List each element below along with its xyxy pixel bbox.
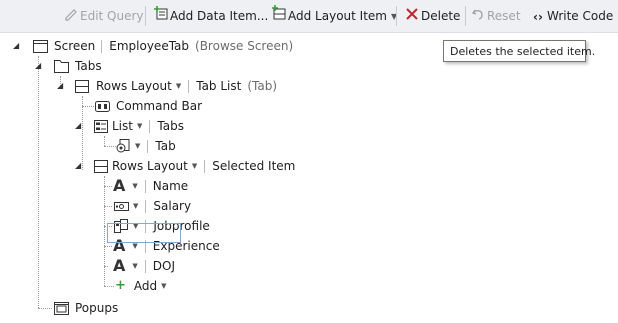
- rows-layout-icon: [74, 78, 90, 94]
- node-label: Rows Layout: [96, 79, 172, 93]
- separator: [144, 179, 146, 193]
- tree-node-add[interactable]: + Add ▼: [115, 276, 173, 296]
- designer-toolbar: Edit Query Add Data Item... Add Layout I…: [0, 0, 618, 33]
- node-label: Screen: [54, 39, 96, 53]
- write-code-button[interactable]: ‹› Write Code: [529, 5, 613, 27]
- text-icon: A: [113, 176, 126, 195]
- chevron-down-icon[interactable]: ▼: [132, 176, 137, 196]
- tree-node-field-salary[interactable]: ▼ Salary: [113, 196, 191, 216]
- add-data-item-button[interactable]: Add Data Item...: [152, 5, 268, 27]
- tree-node-field-name[interactable]: A ▼ Name: [113, 176, 188, 196]
- write-code-label: Write Code: [547, 9, 614, 23]
- tree-guide: [82, 106, 94, 107]
- node-label: Popups: [75, 301, 119, 315]
- tree-node-tab[interactable]: ▼ Tab: [115, 136, 176, 156]
- chevron-down-icon[interactable]: ▼: [135, 136, 140, 156]
- field-name: DOJ: [152, 259, 176, 273]
- screen-kind: (Browse Screen): [195, 39, 294, 53]
- collapse-toggle-icon[interactable]: ◢: [35, 61, 41, 71]
- collapse-toggle-icon[interactable]: ◢: [13, 41, 19, 51]
- add-label: Add: [133, 279, 158, 293]
- separator: [149, 119, 151, 133]
- reset-button[interactable]: Reset: [469, 5, 521, 27]
- tree-guide: [104, 266, 108, 267]
- delete-tooltip: Deletes the selected item.: [443, 40, 595, 62]
- node-label: Command Bar: [116, 99, 203, 113]
- chevron-down-icon[interactable]: ▼: [161, 276, 166, 296]
- separator: [144, 259, 146, 273]
- separator: [145, 199, 147, 213]
- chevron-down-icon[interactable]: ▼: [132, 256, 137, 276]
- node-label: Tabs: [75, 59, 102, 73]
- tab-summary-icon: [115, 138, 131, 154]
- popups-icon: [53, 300, 69, 316]
- add-layout-item-button[interactable]: Add Layout Item ▼: [270, 5, 397, 27]
- tree-node-tabs[interactable]: Tabs: [53, 56, 102, 76]
- separator: [101, 39, 103, 53]
- node-name: Tabs: [157, 119, 184, 133]
- field-name: Salary: [153, 199, 192, 213]
- tree-guide: [104, 286, 114, 287]
- delete-icon: [403, 6, 421, 28]
- node-label: List: [112, 119, 133, 133]
- chevron-down-icon[interactable]: ▼: [137, 116, 142, 136]
- node-label: Rows Layout: [112, 159, 188, 173]
- separator: [147, 139, 149, 153]
- tree-node-rows-layout-tab-list[interactable]: Rows Layout ▼ Tab List (Tab): [74, 76, 277, 96]
- tree-guide: [38, 308, 52, 309]
- code-icon: ‹›: [533, 9, 543, 24]
- tree-node-rows-layout-selected-item[interactable]: Rows Layout ▼ Selected Item: [93, 156, 295, 176]
- chevron-down-icon[interactable]: ▼: [192, 156, 197, 176]
- separator: [204, 159, 206, 173]
- tree-guide: [104, 186, 112, 187]
- screen-name: EmployeeTab: [109, 39, 190, 53]
- separator: [188, 79, 190, 93]
- text-icon: A: [113, 256, 126, 275]
- tree-guide: [104, 136, 105, 146]
- rows-layout-icon: [93, 158, 109, 174]
- screen-icon: [32, 38, 48, 54]
- tree-node-screen[interactable]: Screen EmployeeTab (Browse Screen): [32, 36, 293, 56]
- tree-guide: [38, 56, 39, 308]
- chevron-down-icon[interactable]: ▼: [176, 76, 181, 96]
- reset-label: Reset: [487, 9, 521, 23]
- tree-guide: [104, 206, 112, 207]
- edit-query-button[interactable]: Edit Query: [62, 5, 144, 27]
- add-layout-item-label: Add Layout Item: [288, 9, 387, 23]
- undo-icon: [469, 6, 487, 28]
- tree-guide: [104, 176, 105, 286]
- toolbar-separator: [465, 6, 466, 26]
- tree-node-field-doj[interactable]: A ▼ DOJ: [113, 256, 175, 276]
- add-layout-item-icon: [270, 5, 288, 28]
- delete-button[interactable]: Delete: [403, 5, 460, 27]
- node-label: Tab: [155, 139, 176, 153]
- tree-node-list[interactable]: List ▼ Tabs: [93, 116, 184, 136]
- collapse-toggle-icon[interactable]: ◢: [57, 81, 63, 91]
- node-name: Tab List: [196, 79, 242, 93]
- node-name: Selected Item: [212, 159, 296, 173]
- tree-node-command-bar[interactable]: Command Bar: [94, 96, 202, 116]
- tree-guide: [104, 246, 112, 247]
- tabs-icon: [53, 58, 69, 74]
- add-data-item-label: Add Data Item...: [170, 9, 269, 23]
- plus-icon: +: [115, 278, 126, 293]
- collapse-toggle-icon[interactable]: ◢: [75, 121, 81, 131]
- money-icon: [113, 198, 129, 214]
- command-bar-icon: [94, 98, 110, 114]
- delete-label: Delete: [421, 9, 461, 23]
- selected-item-highlight: [107, 223, 181, 243]
- collapse-toggle-icon[interactable]: ◢: [75, 161, 81, 171]
- toolbar-separator: [145, 6, 146, 26]
- chevron-down-icon[interactable]: ▼: [133, 196, 138, 216]
- toolbar-separator: [396, 6, 397, 26]
- node-kind: (Tab): [247, 79, 278, 93]
- field-name: Name: [152, 179, 189, 193]
- add-data-item-icon: [152, 5, 170, 28]
- list-icon: [93, 118, 109, 134]
- tree-node-popups[interactable]: Popups: [53, 298, 118, 318]
- edit-query-label: Edit Query: [80, 9, 144, 23]
- tree-guide: [82, 96, 83, 170]
- edit-query-icon: [62, 6, 80, 28]
